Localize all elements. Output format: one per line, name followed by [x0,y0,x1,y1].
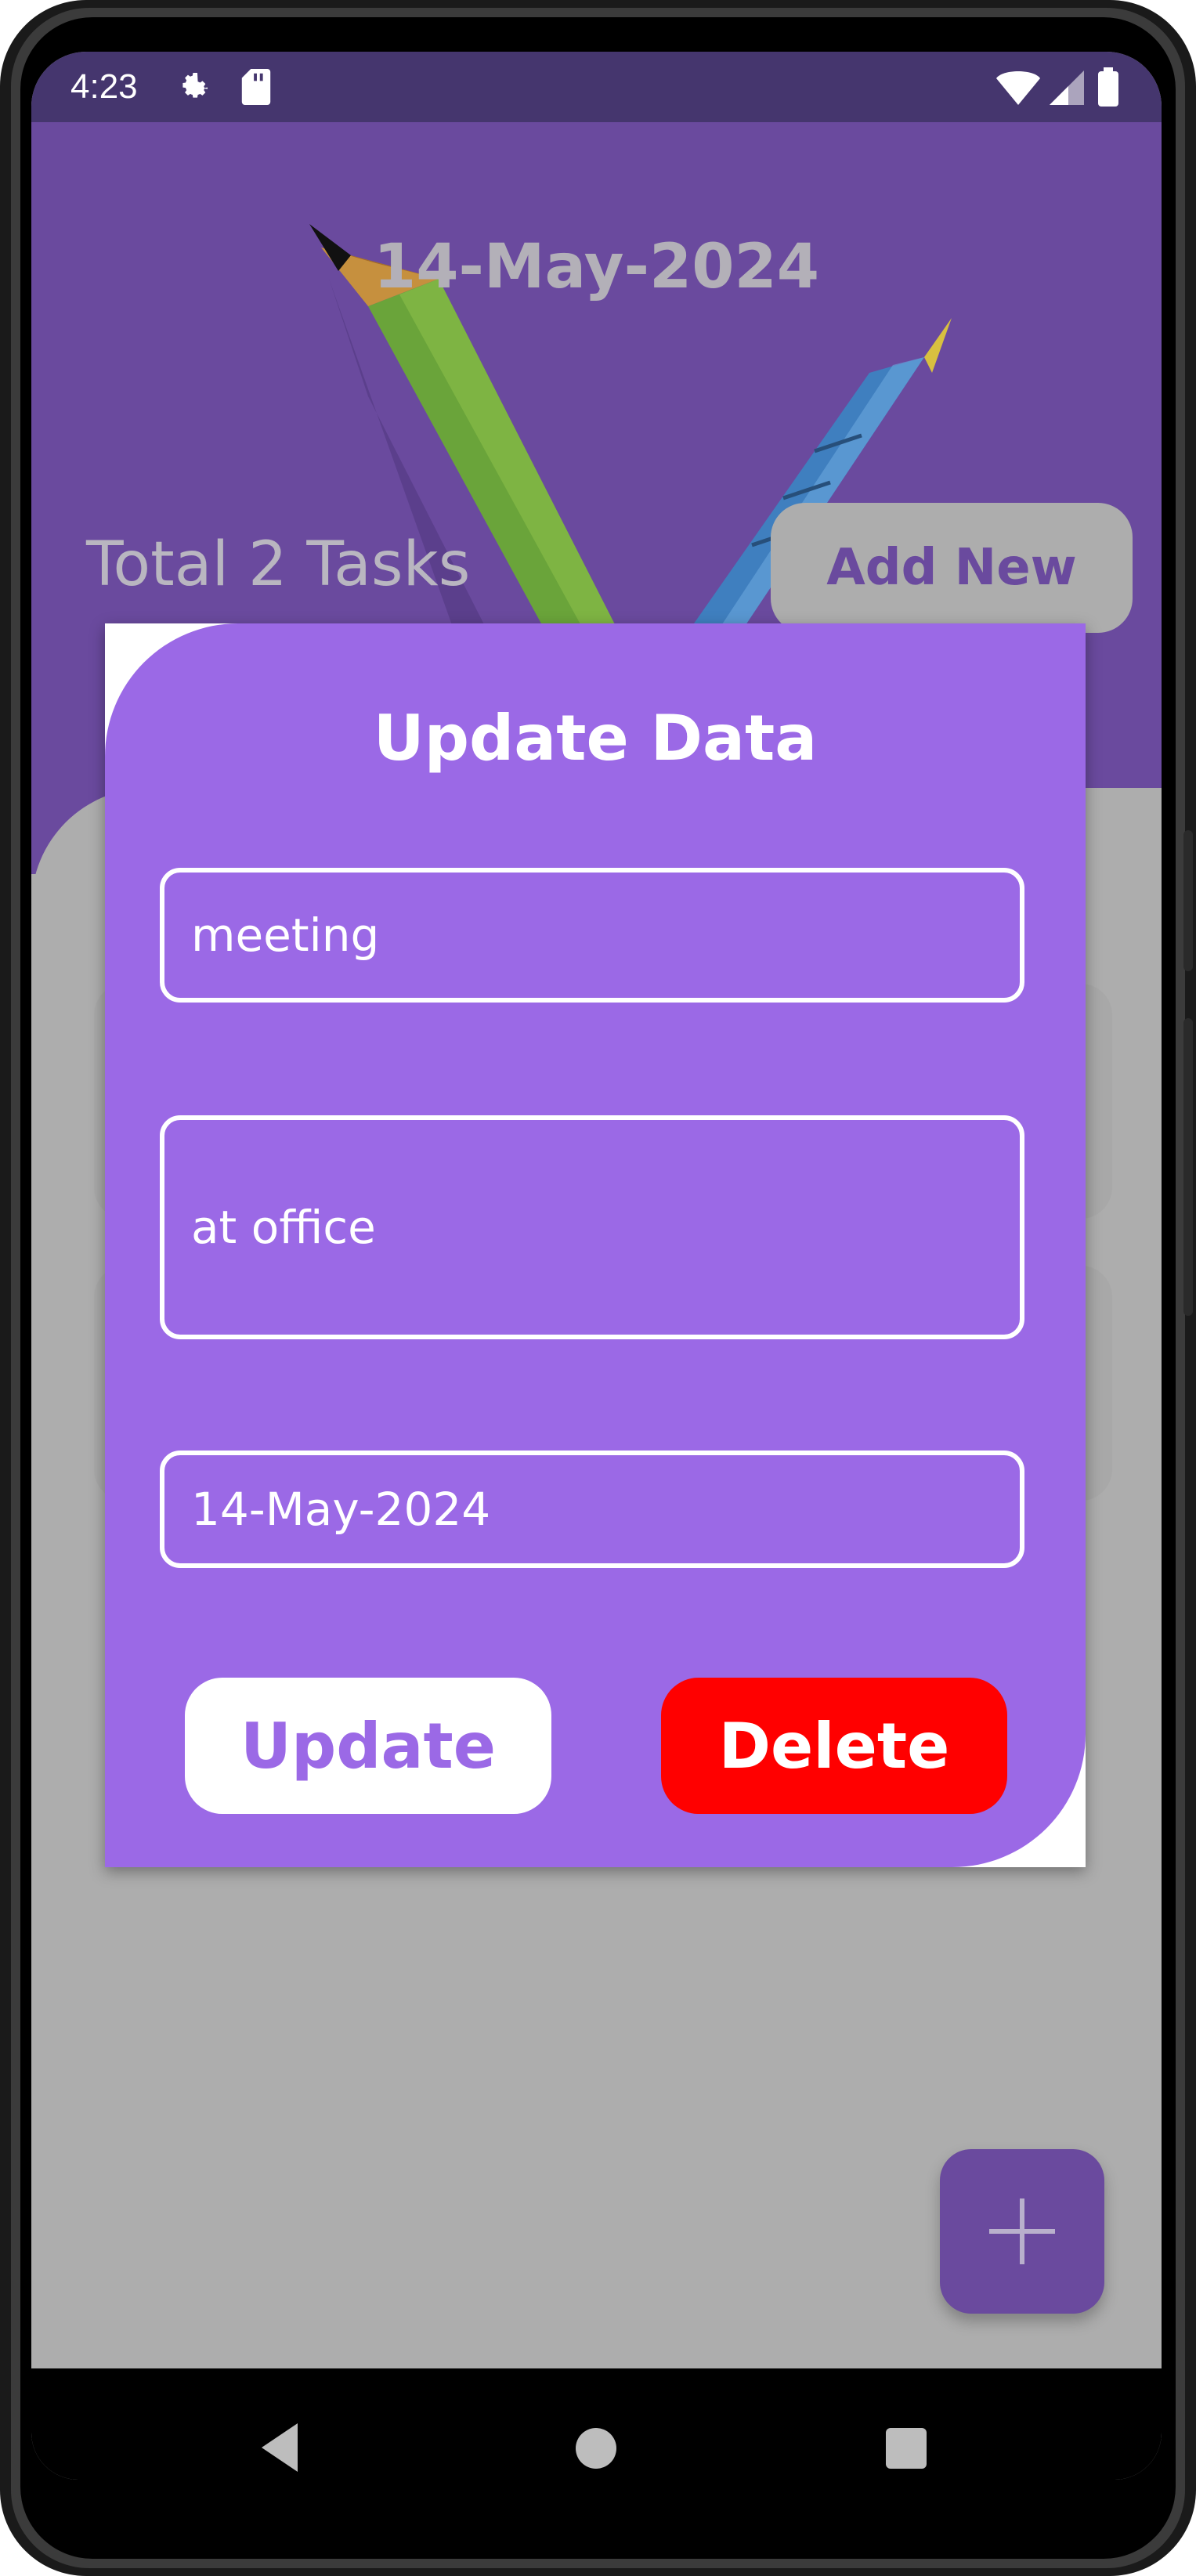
gear-icon [175,69,211,108]
home-icon[interactable] [576,2428,616,2469]
wifi-icon [996,70,1040,108]
status-time: 4:23 [70,67,138,106]
sd-card-icon [241,69,271,108]
recents-icon[interactable] [886,2428,927,2469]
volume-button [1183,1018,1193,1316]
dialog-title: Update Data [373,702,818,775]
task-date-field[interactable]: 14-May-2024 [160,1451,1024,1568]
task-description-field[interactable]: at office [160,1115,1024,1339]
status-bar: 4:23 [31,52,1162,122]
navigation-bar [31,2368,1162,2480]
task-date-value: 14-May-2024 [191,1483,491,1536]
power-button [1183,830,1193,971]
battery-icon [1098,67,1118,110]
task-title-value: meeting [191,909,380,962]
delete-button[interactable]: Delete [661,1678,1007,1814]
signal-icon [1050,70,1084,108]
plus-icon [989,2198,1055,2264]
task-title-field[interactable]: meeting [160,868,1024,1003]
add-new-button[interactable]: Add New [771,503,1133,633]
total-tasks-label: Total 2 Tasks [86,529,471,600]
header-date: 14-May-2024 [373,232,820,302]
update-button[interactable]: Update [185,1678,551,1814]
dialog-body: Update Data meeting at office 14-May-202… [105,623,1086,1867]
back-icon[interactable] [258,2422,302,2477]
update-data-dialog: Update Data meeting at office 14-May-202… [105,623,1086,1867]
add-task-fab[interactable] [940,2149,1104,2314]
task-description-value: at office [191,1201,376,1254]
